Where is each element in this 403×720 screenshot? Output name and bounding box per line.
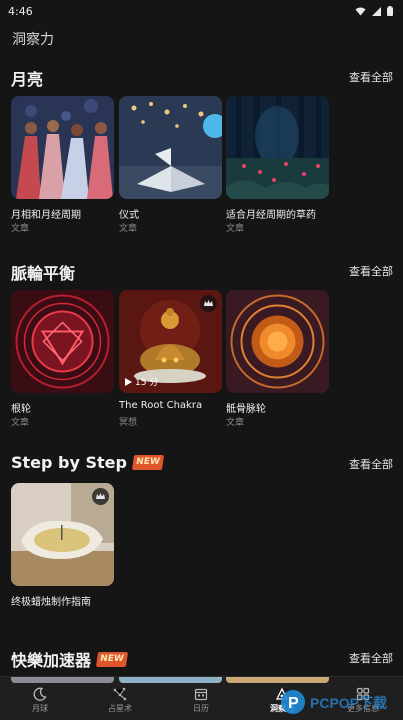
wifi-icon bbox=[355, 7, 366, 15]
nav-label: 日历 bbox=[193, 704, 209, 713]
card-thumbnail bbox=[226, 290, 329, 393]
calendar-icon bbox=[194, 688, 208, 701]
moon-icon bbox=[33, 687, 47, 701]
section-header: Step by Step NEW 查看全部 bbox=[0, 453, 403, 475]
constellation-icon bbox=[113, 687, 127, 701]
new-badge: NEW bbox=[131, 455, 164, 470]
battery-icon bbox=[387, 6, 393, 16]
card-title: 终极蜡烛制作指南 bbox=[11, 597, 91, 608]
section-title: 脈輪平衡 bbox=[11, 264, 76, 283]
nav-label: 月球 bbox=[32, 704, 48, 713]
section-title: 快樂加速器 NEW bbox=[11, 647, 128, 671]
watermark-text: PCPOP下载 bbox=[310, 695, 387, 711]
crown-icon bbox=[204, 300, 213, 306]
nav-item-calendar[interactable]: 日历 bbox=[161, 683, 241, 720]
card-thumbnail bbox=[226, 96, 329, 199]
see-all-link[interactable]: 查看全部 bbox=[349, 650, 393, 666]
status-time: 4:46 bbox=[8, 4, 33, 18]
card-title: 适合月经周期的草药 bbox=[226, 210, 316, 221]
play-icon bbox=[125, 377, 132, 386]
card-title: 月相和月经周期 bbox=[11, 210, 81, 221]
section-header: 快樂加速器 NEW 查看全部 bbox=[0, 647, 403, 671]
app-title: 洞察力 bbox=[12, 32, 54, 48]
duration-label: 15 分 bbox=[125, 375, 158, 388]
status-bar: 4:46 bbox=[0, 0, 403, 22]
see-all-link[interactable]: 查看全部 bbox=[349, 69, 393, 85]
crown-icon bbox=[96, 493, 105, 499]
section-step-by-step: Step by Step NEW 查看全部 终极蜡烛制作指南 bbox=[0, 453, 403, 613]
section-title: 月亮 bbox=[11, 70, 44, 89]
see-all-link[interactable]: 查看全部 bbox=[349, 456, 393, 472]
new-badge: NEW bbox=[95, 651, 128, 667]
card-thumbnail bbox=[11, 483, 114, 586]
card-title: The Root Chakra bbox=[119, 400, 203, 411]
card-subtitle: 文章 bbox=[11, 224, 30, 234]
watermark: P PCPOP下载 bbox=[280, 684, 403, 720]
svg-text:P: P bbox=[288, 695, 299, 712]
status-icons bbox=[355, 6, 393, 16]
section-header: 月亮 查看全部 bbox=[0, 66, 403, 89]
see-all-link[interactable]: 查看全部 bbox=[349, 263, 393, 279]
section-title: Step by Step NEW bbox=[11, 453, 164, 472]
card-subtitle: 文章 bbox=[226, 224, 245, 234]
nav-item-astrology[interactable]: 占星术 bbox=[80, 683, 160, 720]
card-subtitle: 文章 bbox=[11, 418, 30, 428]
nav-label: 占星术 bbox=[108, 704, 132, 713]
card-thumbnail bbox=[11, 290, 114, 393]
card-subtitle: 文章 bbox=[119, 224, 138, 234]
section-header: 脈輪平衡 查看全部 bbox=[0, 260, 403, 283]
premium-badge bbox=[200, 295, 217, 312]
card-title: 骶骨脉轮 bbox=[226, 404, 266, 415]
premium-badge bbox=[92, 488, 109, 505]
card-thumbnail bbox=[11, 96, 114, 199]
card-thumbnail: 15 分 bbox=[119, 290, 222, 393]
card-subtitle: 文章 bbox=[226, 418, 245, 428]
section-happiness-booster: 快樂加速器 NEW 查看全部 bbox=[0, 647, 403, 677]
section-chakra: 脈輪平衡 查看全部 根轮 文章 15 分 The Root Chakra 冥想 … bbox=[0, 260, 403, 430]
card-thumbnail bbox=[119, 96, 222, 199]
card-title: 仪式 bbox=[119, 210, 139, 221]
nav-item-moon[interactable]: 月球 bbox=[0, 683, 80, 720]
card-subtitle: 冥想 bbox=[119, 418, 138, 428]
cellular-icon bbox=[372, 6, 381, 16]
card-title: 根轮 bbox=[11, 404, 31, 415]
section-moon: 月亮 查看全部 月相和月经周期 文章 仪式 文章 适合月经周期的草药 文章 bbox=[0, 66, 403, 236]
